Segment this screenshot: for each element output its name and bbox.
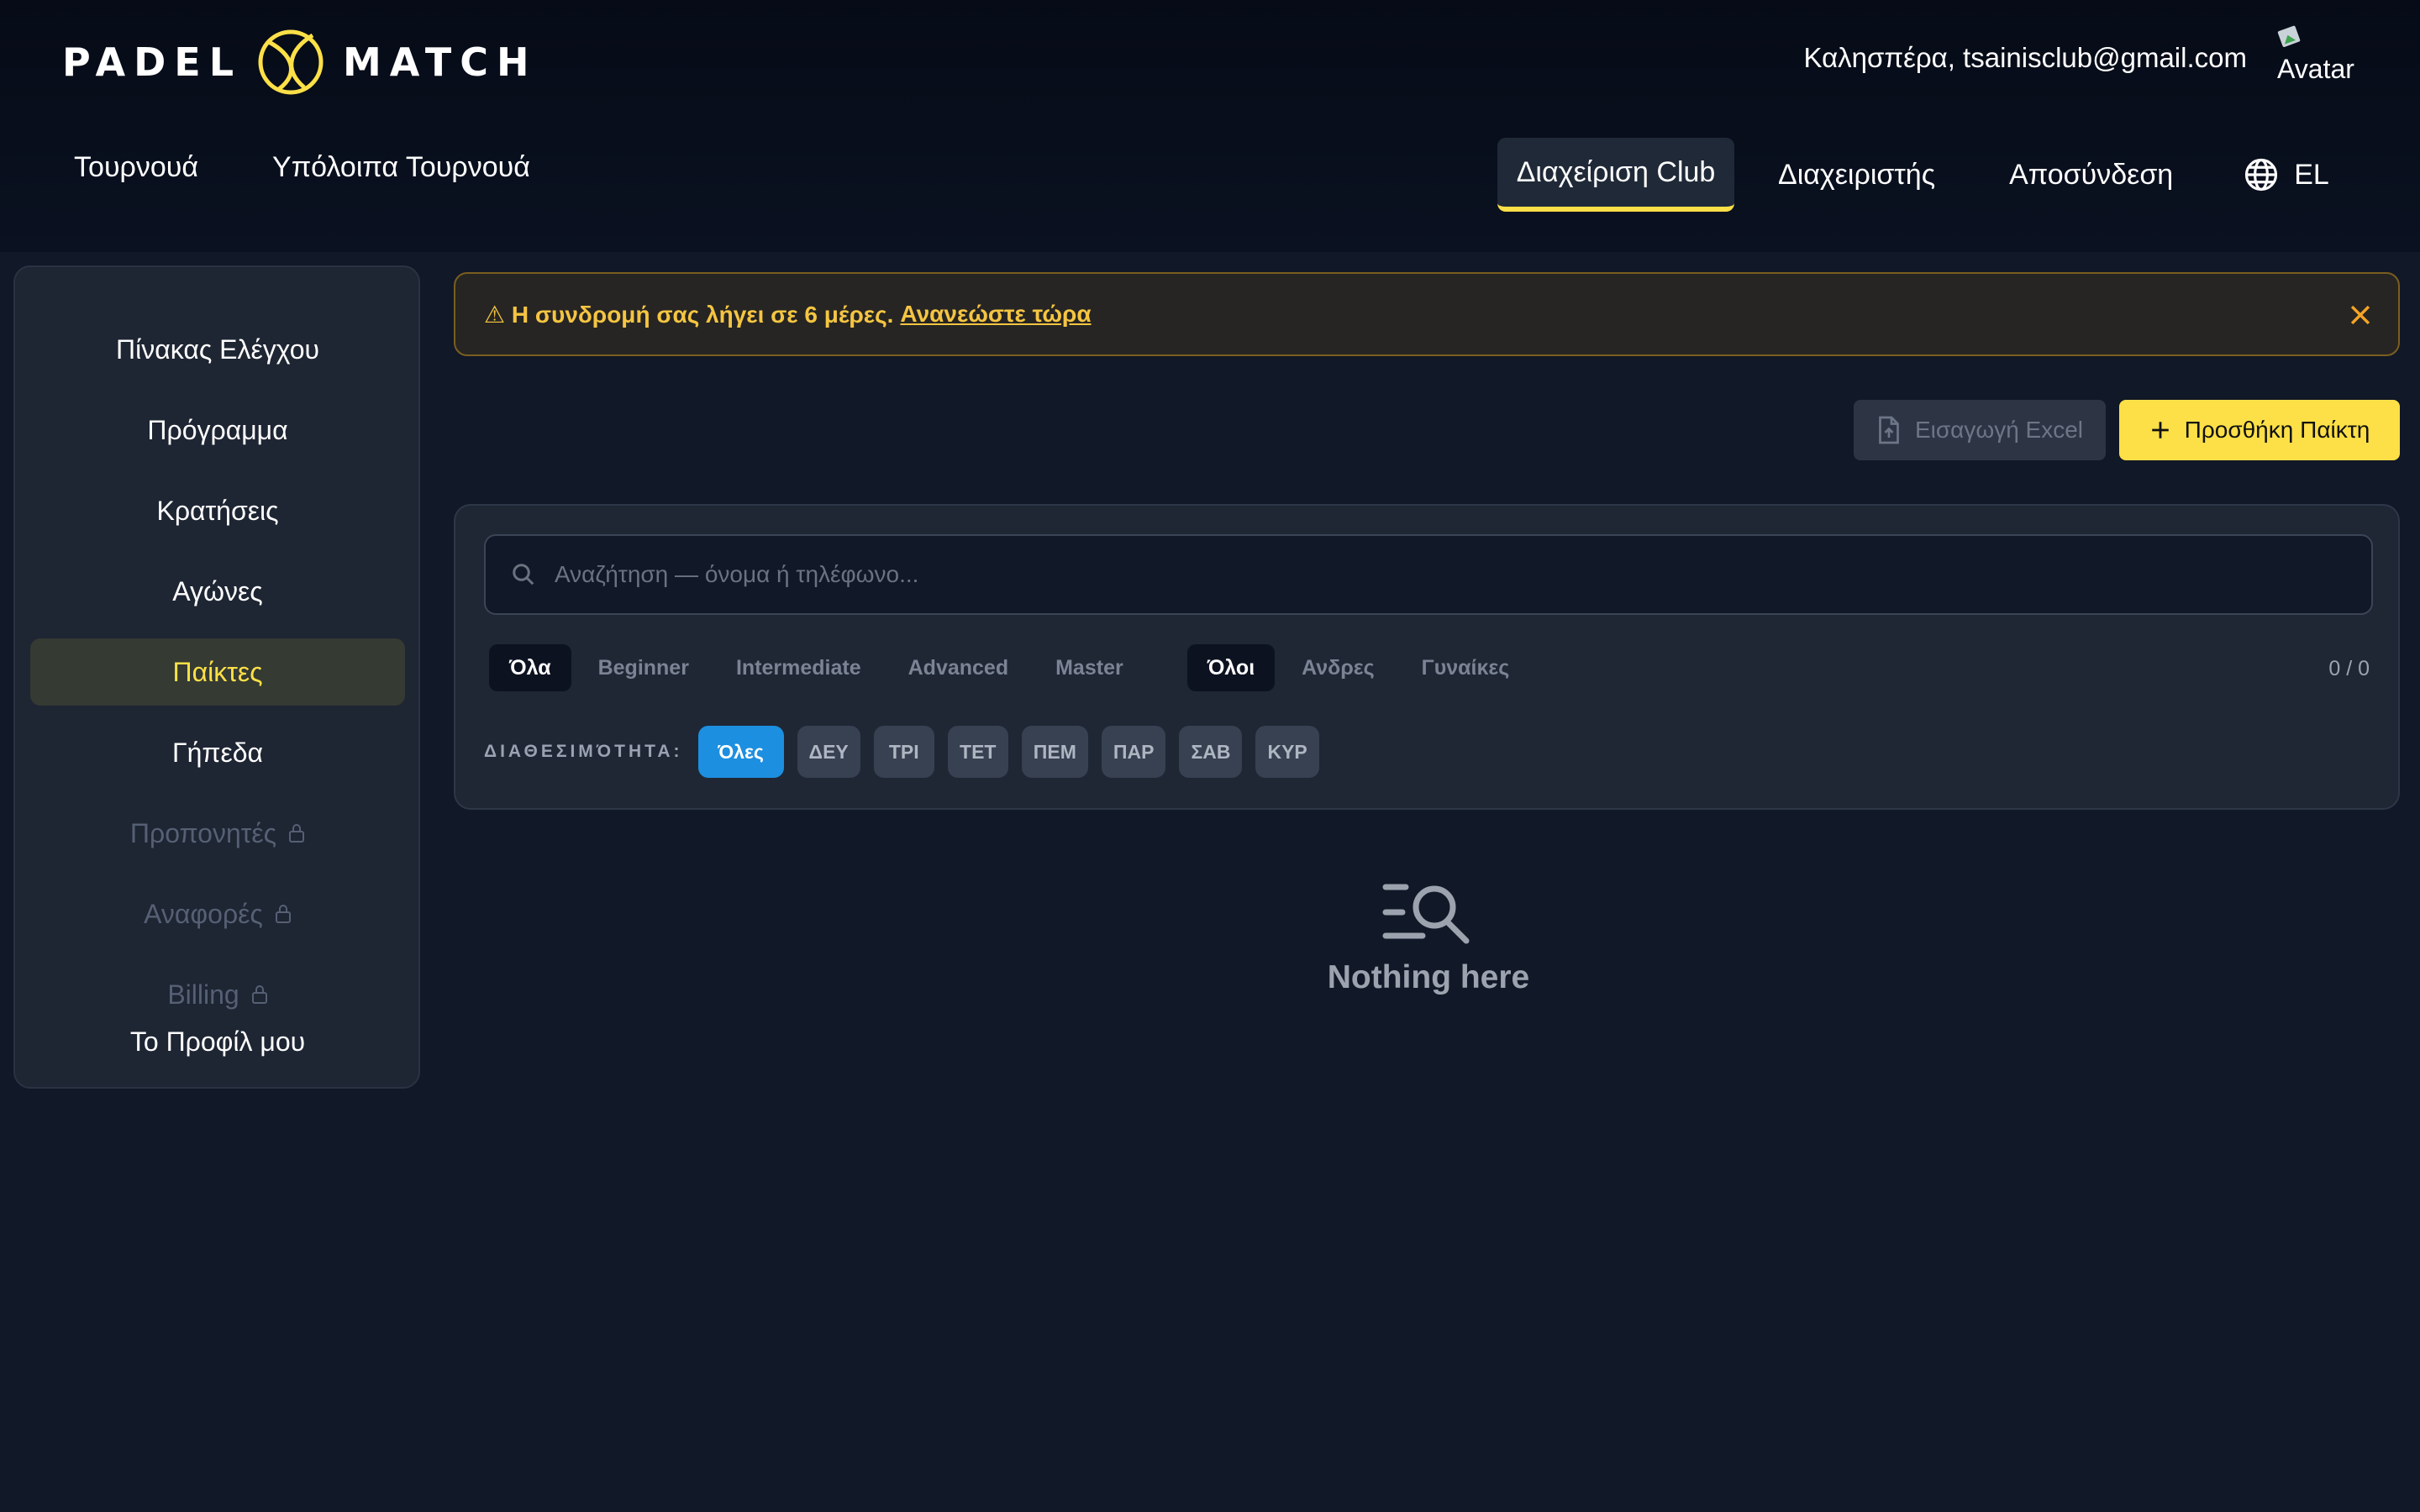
import-excel-label: Εισαγωγή Excel xyxy=(1914,417,2084,443)
sidebar-item-label: Αναφορές xyxy=(144,898,263,929)
search-icon xyxy=(513,564,534,585)
search-input[interactable] xyxy=(553,560,2317,589)
secondary-nav: Διαχείριση Club Διαχειριστής Αποσύνδεση … xyxy=(1497,138,2329,212)
sidebar-item-dashboard[interactable]: Πίνακας Ελέγχου xyxy=(30,316,405,383)
subscription-banner: ⚠ Η συνδρομή σας λήγει σε 6 μέρες. Ανανε… xyxy=(454,272,2400,356)
sidebar-item-reports: Αναφορές xyxy=(30,880,405,948)
level-filter-master[interactable]: Master xyxy=(1035,644,1144,691)
results-count: 0 / 0 xyxy=(2328,657,2370,680)
globe-icon xyxy=(2245,158,2278,192)
search-box xyxy=(484,534,2373,615)
gender-filter-men[interactable]: Ανδρες xyxy=(1281,644,1395,691)
banner-message: ⚠ Η συνδρομή σας λήγει σε 6 μέρες. xyxy=(484,301,894,328)
sidebar-item-label: Προπονητές xyxy=(129,817,277,848)
logo-word-right: MATCH xyxy=(343,39,538,85)
level-filter-beginner[interactable]: Beginner xyxy=(578,644,709,691)
day-filter-wed[interactable]: ΤΕΤ xyxy=(947,726,1008,778)
sidebar-item-label: Το Προφίλ μου xyxy=(129,1026,306,1057)
availability-label: ΔΙΑΘΕΣΙΜΌΤΗΤΑ: xyxy=(484,742,683,761)
nav-logout[interactable]: Αποσύνδεση xyxy=(1989,138,2193,212)
padel-match-logo[interactable]: PADEL MATCH xyxy=(62,27,537,97)
plus-icon xyxy=(2151,422,2169,438)
sidebar: Πίνακας Ελέγχου Πρόγραμμα Κρατήσεις Αγών… xyxy=(13,265,420,1089)
filter-chips: Όλα Beginner Intermediate Advanced Maste… xyxy=(489,643,1536,692)
day-filter-tue[interactable]: ΤΡΙ xyxy=(873,726,934,778)
add-player-label: Προσθήκη Παίκτη xyxy=(2184,417,2370,443)
broken-image-icon xyxy=(2277,25,2301,47)
day-filter-sat[interactable]: ΣΑΒ xyxy=(1179,726,1243,778)
sidebar-item-schedule[interactable]: Πρόγραμμα xyxy=(30,396,405,464)
sidebar-item-coaches: Προπονητές xyxy=(30,800,405,867)
sidebar-item-label: Αγώνες xyxy=(172,575,263,606)
nav-club-admin[interactable]: Διαχείριση Club xyxy=(1497,138,1734,212)
nav-tournaments[interactable]: Τουρνουά xyxy=(74,151,198,184)
day-filter-mon[interactable]: ΔΕΥ xyxy=(797,726,860,778)
sidebar-item-courts[interactable]: Γήπεδα xyxy=(30,719,405,786)
day-filter-all[interactable]: Όλες xyxy=(697,726,784,778)
renew-now-link[interactable]: Ανανεώστε τώρα xyxy=(900,301,1091,328)
level-filter-intermediate[interactable]: Intermediate xyxy=(716,644,881,691)
sidebar-item-my-profile[interactable]: Το Προφίλ μου xyxy=(30,1008,405,1075)
language-switcher[interactable]: EL xyxy=(2244,157,2329,192)
lock-icon xyxy=(275,905,291,923)
day-filter-fri[interactable]: ΠΑΡ xyxy=(1101,726,1166,778)
top-header: PADEL MATCH Καλησπέρα, tsainisclub@gmail… xyxy=(0,0,2420,252)
empty-state-text: Nothing here xyxy=(1327,959,1530,995)
nav-admin[interactable]: Διαχειριστής xyxy=(1758,138,1955,212)
level-filter-all[interactable]: Όλα xyxy=(489,644,571,691)
search-list-icon xyxy=(1382,884,1470,944)
file-upload-icon xyxy=(1879,416,1899,444)
avatar-alt-text: Avatar xyxy=(2277,54,2354,84)
day-filter-sun[interactable]: ΚΥΡ xyxy=(1255,726,1319,778)
lock-icon xyxy=(251,985,267,1004)
close-icon[interactable] xyxy=(2346,301,2375,329)
filter-panel: Όλα Beginner Intermediate Advanced Maste… xyxy=(454,504,2400,810)
empty-state: Nothing here xyxy=(1210,879,1647,996)
lock-icon xyxy=(289,824,305,843)
availability-filter: ΔΙΑΘΕΣΙΜΌΤΗΤΑ: Όλες ΔΕΥ ΤΡΙ ΤΕΤ ΠΕΜ ΠΑΡ … xyxy=(484,726,1333,778)
sidebar-item-players[interactable]: Παίκτες xyxy=(30,638,405,706)
greeting-text: Καλησπέρα, tsainisclub@gmail.com xyxy=(1803,42,2247,73)
sidebar-item-label: Πίνακας Ελέγχου xyxy=(116,333,319,365)
primary-nav: Τουρνουά Υπόλοιπα Τουρνουά xyxy=(74,151,530,184)
day-filter-thu[interactable]: ΠΕΜ xyxy=(1021,726,1088,778)
gender-filter-women[interactable]: Γυναίκες xyxy=(1402,644,1530,691)
sidebar-item-label: Πρόγραμμα xyxy=(147,414,288,445)
add-player-button[interactable]: Προσθήκη Παίκτη xyxy=(2119,400,2400,460)
sidebar-item-label: Κρατήσεις xyxy=(156,495,279,526)
sidebar-item-label: Παίκτες xyxy=(172,656,263,687)
logo-word-left: PADEL xyxy=(62,39,243,85)
sidebar-item-bookings[interactable]: Κρατήσεις xyxy=(30,477,405,544)
sidebar-item-matches[interactable]: Αγώνες xyxy=(30,558,405,625)
sidebar-item-label: Γήπεδα xyxy=(171,737,264,768)
gender-filter-all[interactable]: Όλοι xyxy=(1186,644,1276,691)
language-code: EL xyxy=(2294,158,2329,191)
sidebar-item-label: Billing xyxy=(167,979,239,1010)
level-filter-advanced[interactable]: Advanced xyxy=(888,644,1028,691)
tennis-ball-icon xyxy=(258,29,324,95)
avatar[interactable]: Avatar xyxy=(2274,24,2358,86)
nav-other-tournaments[interactable]: Υπόλοιπα Τουρνουά xyxy=(272,151,530,184)
import-excel-button[interactable]: Εισαγωγή Excel xyxy=(1854,400,2106,460)
